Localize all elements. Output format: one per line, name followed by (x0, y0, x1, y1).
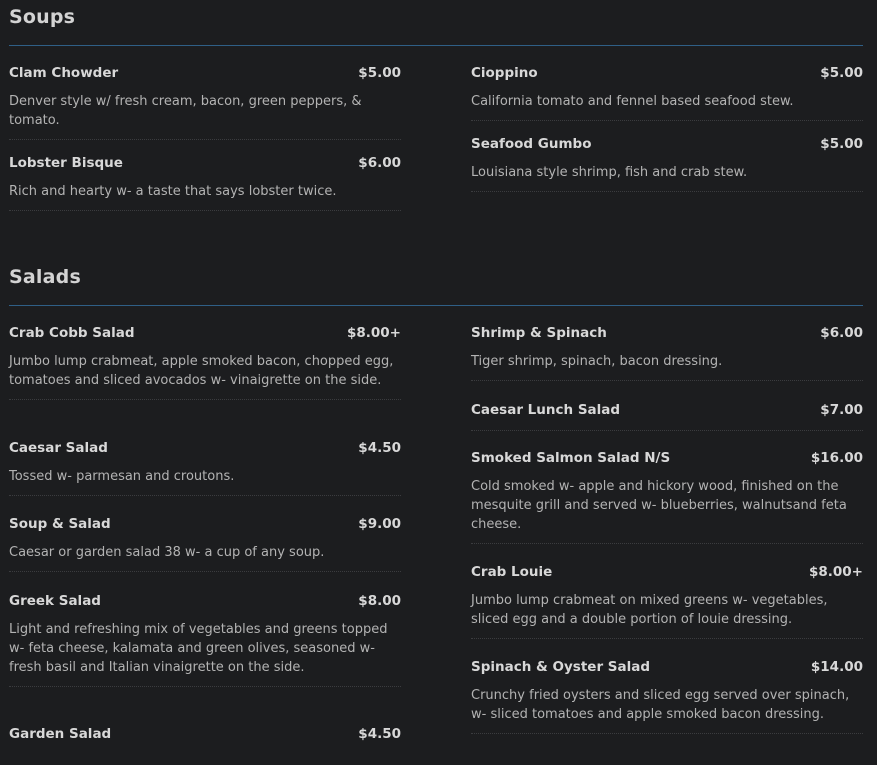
item-price: $8.00 (358, 593, 401, 609)
item-price: $7.00 (820, 402, 863, 418)
item-price: $5.00 (820, 65, 863, 81)
menu-item: Garden Salad $4.50 (9, 726, 401, 742)
item-price: $9.00 (358, 516, 401, 532)
menu-item: Shrimp & Spinach $6.00 Tiger shrimp, spi… (471, 325, 863, 381)
item-description: Light and refreshing mix of vegetables a… (9, 622, 388, 675)
menu-item: Spinach & Oyster Salad $14.00 Crunchy fr… (471, 659, 863, 734)
menu-item: Soup & Salad $9.00 Caesar or garden sala… (9, 516, 401, 572)
item-name: Garden Salad (9, 726, 112, 742)
menu-item: Greek Salad $8.00 Light and refreshing m… (9, 593, 401, 687)
item-description: Crunchy fried oysters and sliced egg ser… (471, 688, 850, 722)
item-description: Tossed w- parmesan and croutons. (9, 469, 235, 484)
item-price: $5.00 (820, 136, 863, 152)
item-description: Caesar or garden salad 38 w- a cup of an… (9, 545, 325, 560)
item-description: Louisiana style shrimp, fish and crab st… (471, 165, 748, 180)
item-price: $8.00+ (346, 325, 401, 341)
item-name: Greek Salad (9, 593, 101, 609)
item-name: Soup & Salad (9, 516, 111, 532)
item-name: Seafood Gumbo (471, 136, 592, 152)
item-description: Cold smoked w- apple and hickory wood, f… (471, 479, 847, 532)
menu-item: Lobster Bisque $6.00 Rich and hearty w- … (9, 155, 401, 211)
section-divider (9, 45, 863, 46)
menu-item: Cioppino $5.00 California tomato and fen… (471, 65, 863, 121)
menu-item: Crab Cobb Salad $8.00+ Jumbo lump crabme… (9, 325, 401, 400)
item-name: Caesar Lunch Salad (471, 402, 621, 418)
item-description: Jumbo lump crabmeat, apple smoked bacon,… (9, 354, 394, 388)
item-description: California tomato and fennel based seafo… (471, 94, 794, 109)
menu-page: Soups Clam Chowder $5.00 Denver style w/… (0, 0, 877, 765)
item-name: Crab Cobb Salad (9, 325, 135, 341)
menu-item: Caesar Lunch Salad $7.00 (471, 402, 863, 431)
item-name: Smoked Salmon Salad N/S (471, 450, 671, 466)
item-name: Lobster Bisque (9, 155, 123, 171)
item-description: Denver style w/ fresh cream, bacon, gree… (9, 94, 362, 128)
item-name: Spinach & Oyster Salad (471, 659, 651, 675)
section-title-salads: Salads (9, 266, 81, 288)
item-name: Shrimp & Spinach (471, 325, 607, 341)
item-price: $6.00 (820, 325, 863, 341)
item-price: $14.00 (810, 659, 863, 675)
menu-item: Smoked Salmon Salad N/S $16.00 Cold smok… (471, 450, 863, 544)
item-name: Cioppino (471, 65, 538, 81)
item-name: Crab Louie (471, 564, 553, 580)
item-price: $5.00 (358, 65, 401, 81)
menu-item: Caesar Salad $4.50 Tossed w- parmesan an… (9, 440, 401, 496)
item-price: $4.50 (358, 726, 401, 742)
soups-right-column: Cioppino $5.00 California tomato and fen… (471, 65, 863, 192)
soups-left-column: Clam Chowder $5.00 Denver style w/ fresh… (9, 65, 401, 211)
item-description: Tiger shrimp, spinach, bacon dressing. (471, 354, 723, 369)
item-price: $8.00+ (808, 564, 863, 580)
section-title-soups: Soups (9, 6, 76, 28)
menu-item: Crab Louie $8.00+ Jumbo lump crabmeat on… (471, 564, 863, 639)
item-name: Clam Chowder (9, 65, 119, 81)
item-price: $16.00 (810, 450, 863, 466)
menu-item: Seafood Gumbo $5.00 Louisiana style shri… (471, 136, 863, 192)
item-description: Rich and hearty w- a taste that says lob… (9, 184, 337, 199)
item-description: Jumbo lump crabmeat on mixed greens w- v… (471, 593, 828, 627)
section-divider (9, 305, 863, 306)
menu-item: Clam Chowder $5.00 Denver style w/ fresh… (9, 65, 401, 140)
item-price: $4.50 (358, 440, 401, 456)
item-name: Caesar Salad (9, 440, 108, 456)
item-price: $6.00 (358, 155, 401, 171)
